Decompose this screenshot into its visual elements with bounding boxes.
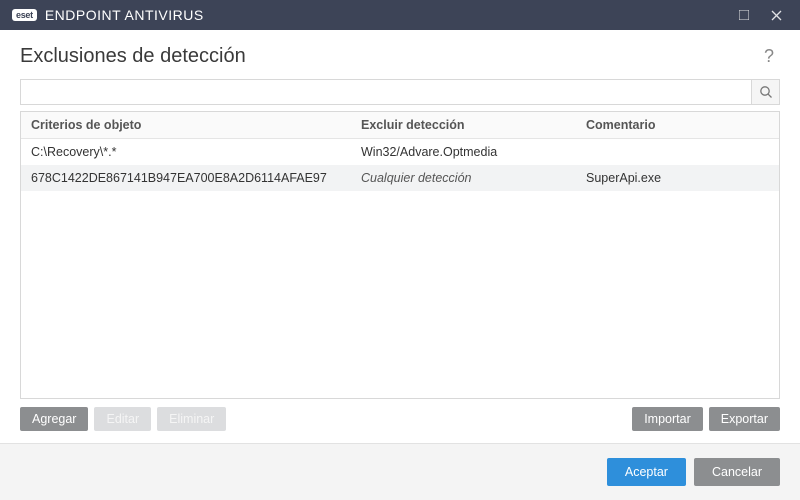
- edit-button[interactable]: Editar: [94, 407, 151, 431]
- search-icon: [759, 85, 773, 99]
- minimize-icon: [739, 10, 749, 20]
- cell-criteria: 678C1422DE867141B947EA700E8A2D6114AFAE97: [21, 165, 351, 191]
- cell-comment: SuperApi.exe: [576, 165, 779, 191]
- accept-button[interactable]: Aceptar: [607, 458, 686, 486]
- cancel-button[interactable]: Cancelar: [694, 458, 780, 486]
- export-button[interactable]: Exportar: [709, 407, 780, 431]
- col-header-comment[interactable]: Comentario: [576, 112, 779, 138]
- table-header-row: Criterios de objeto Excluir detección Co…: [21, 112, 779, 139]
- cell-comment: [576, 139, 779, 165]
- page-title: Exclusiones de detección: [20, 45, 246, 68]
- table-body: C:\Recovery\*.* Win32/Advare.Optmedia 67…: [21, 139, 779, 398]
- window-minimize-button[interactable]: [728, 1, 760, 29]
- help-button[interactable]: ?: [758, 44, 780, 69]
- product-name: ENDPOINT ANTIVIRUS: [45, 7, 204, 23]
- search-bar: [20, 79, 780, 105]
- search-button[interactable]: [751, 80, 779, 104]
- table-toolbar: Agregar Editar Eliminar Importar Exporta…: [20, 399, 780, 443]
- import-button[interactable]: Importar: [632, 407, 703, 431]
- cell-criteria: C:\Recovery\*.*: [21, 139, 351, 165]
- window-close-button[interactable]: [760, 1, 792, 29]
- add-button[interactable]: Agregar: [20, 407, 88, 431]
- brand-badge: eset: [12, 9, 37, 21]
- close-icon: [771, 10, 782, 21]
- page-header: Exclusiones de detección ?: [0, 30, 800, 79]
- table-row[interactable]: C:\Recovery\*.* Win32/Advare.Optmedia: [21, 139, 779, 165]
- dialog-footer: Aceptar Cancelar: [0, 443, 800, 500]
- window-titlebar: eset ENDPOINT ANTIVIRUS: [0, 0, 800, 30]
- search-input[interactable]: [21, 80, 751, 104]
- delete-button[interactable]: Eliminar: [157, 407, 226, 431]
- table-row[interactable]: 678C1422DE867141B947EA700E8A2D6114AFAE97…: [21, 165, 779, 191]
- col-header-exclude[interactable]: Excluir detección: [351, 112, 576, 138]
- exclusions-table: Criterios de objeto Excluir detección Co…: [20, 111, 780, 399]
- cell-exclude: Win32/Advare.Optmedia: [351, 139, 576, 165]
- content-area: Criterios de objeto Excluir detección Co…: [0, 79, 800, 443]
- col-header-criteria[interactable]: Criterios de objeto: [21, 112, 351, 138]
- cell-exclude: Cualquier detección: [351, 165, 576, 191]
